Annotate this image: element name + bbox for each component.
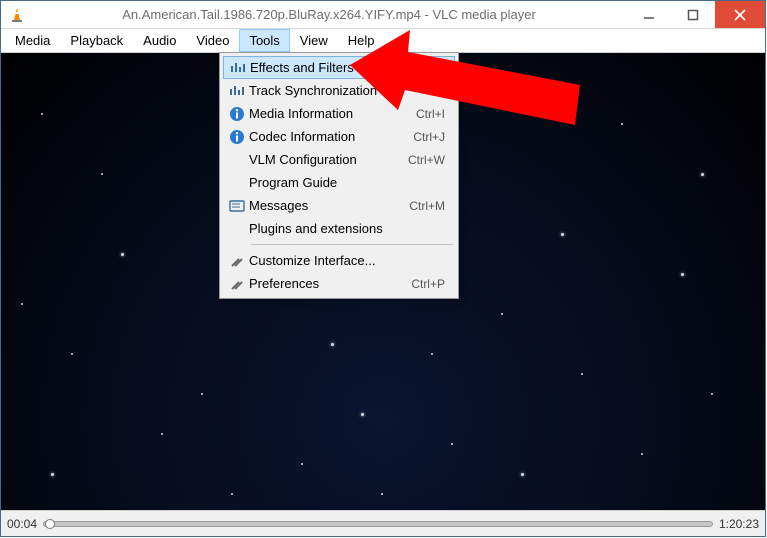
eq-icon <box>225 85 249 97</box>
window-controls <box>627 1 765 28</box>
menuitem-track-sync[interactable]: Track Synchronization <box>223 79 455 102</box>
menuitem-customize-interface[interactable]: Customize Interface... <box>223 249 455 272</box>
close-button[interactable] <box>715 1 765 28</box>
tools-dropdown: Effects and Filters Ctrl+E Track Synchro… <box>219 52 459 299</box>
menuitem-codec-information[interactable]: Codec Information Ctrl+J <box>223 125 455 148</box>
info-icon <box>225 106 249 122</box>
menuitem-program-guide[interactable]: Program Guide <box>223 171 455 194</box>
menuitem-vlm-configuration[interactable]: VLM Configuration Ctrl+W <box>223 148 455 171</box>
menuitem-media-information[interactable]: Media Information Ctrl+I <box>223 102 455 125</box>
menuitem-shortcut: Ctrl+E <box>410 61 450 75</box>
menuitem-messages[interactable]: Messages Ctrl+M <box>223 194 455 217</box>
menuitem-label: Effects and Filters <box>250 60 410 75</box>
menuitem-plugins[interactable]: Plugins and extensions <box>223 217 455 240</box>
seek-knob[interactable] <box>45 519 55 529</box>
menu-help[interactable]: Help <box>338 29 385 52</box>
menu-media[interactable]: Media <box>5 29 60 52</box>
menu-view[interactable]: View <box>290 29 338 52</box>
info-icon <box>225 129 249 145</box>
menubar: Media Playback Audio Video Tools View He… <box>1 29 765 53</box>
menuitem-effects-and-filters[interactable]: Effects and Filters Ctrl+E <box>223 56 455 79</box>
tools-icon <box>225 276 249 292</box>
minimize-button[interactable] <box>627 1 671 28</box>
menuitem-preferences[interactable]: Preferences Ctrl+P <box>223 272 455 295</box>
menu-playback[interactable]: Playback <box>60 29 133 52</box>
titlebar[interactable]: An.American.Tail.1986.720p.BluRay.x264.Y… <box>1 1 765 29</box>
menu-video[interactable]: Video <box>186 29 239 52</box>
menu-audio[interactable]: Audio <box>133 29 186 52</box>
time-elapsed[interactable]: 00:04 <box>7 517 37 531</box>
messages-icon <box>225 200 249 212</box>
vlc-cone-icon <box>8 6 26 24</box>
seek-row: 00:04 1:20:23 <box>1 510 765 536</box>
menu-tools[interactable]: Tools <box>239 29 289 52</box>
maximize-button[interactable] <box>671 1 715 28</box>
seek-slider[interactable] <box>43 521 713 527</box>
time-total[interactable]: 1:20:23 <box>719 517 759 531</box>
tools-icon <box>225 253 249 269</box>
menu-separator <box>251 244 453 245</box>
window-title: An.American.Tail.1986.720p.BluRay.x264.Y… <box>31 7 627 22</box>
eq-icon <box>226 62 250 74</box>
